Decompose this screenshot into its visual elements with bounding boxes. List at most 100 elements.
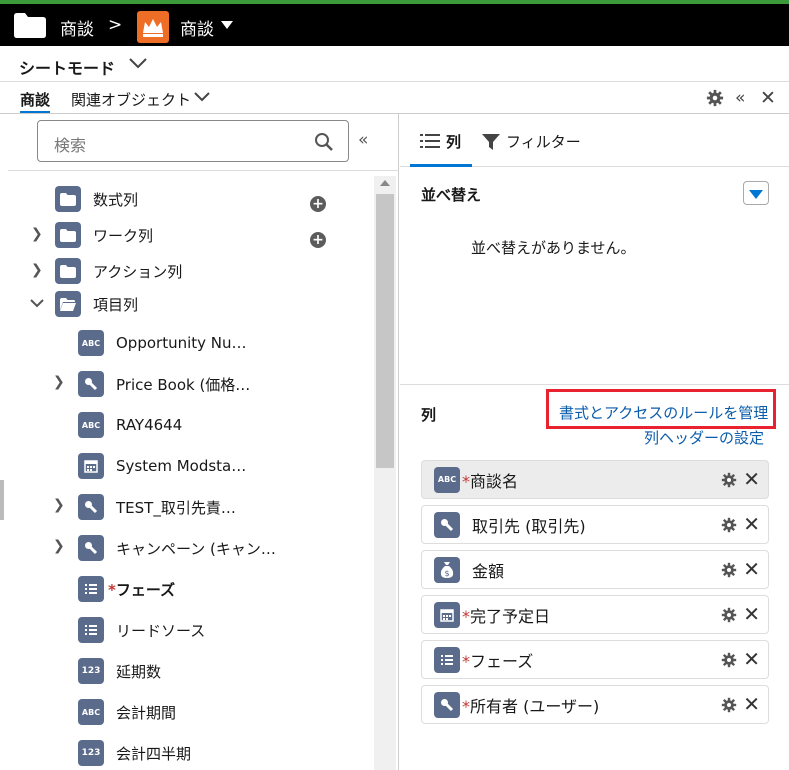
column-label-text: 取引先 (取引先) xyxy=(472,516,586,536)
column-pill[interactable]: *完了予定日 ✕ xyxy=(421,595,769,634)
chevron-down-icon[interactable] xyxy=(193,90,211,104)
columns-title: 列 xyxy=(421,406,437,424)
tree-label: ワーク列 xyxy=(93,226,154,245)
gear-icon[interactable] xyxy=(721,607,737,623)
filter-icon xyxy=(482,134,500,150)
tree-label: TEST_取引先責… xyxy=(116,498,236,517)
column-label: *完了予定日 xyxy=(462,603,550,627)
remove-icon[interactable]: ✕ xyxy=(743,602,760,626)
chevron-right-icon[interactable]: ❯ xyxy=(31,226,43,242)
remove-icon[interactable]: ✕ xyxy=(743,467,760,491)
add-icon[interactable]: + xyxy=(310,196,326,212)
scroll-up-icon[interactable] xyxy=(380,180,390,186)
folder-icon xyxy=(55,258,81,284)
column-pill[interactable]: *フェーズ ✕ xyxy=(421,640,769,679)
tree-label: 項目列 xyxy=(93,295,139,314)
tree-folder-action[interactable]: アクション列 xyxy=(55,256,182,286)
tree-field-item[interactable]: キャンペーン (キャン… xyxy=(78,533,276,563)
tree-field-item[interactable]: System Modsta… xyxy=(78,451,246,481)
tree-label: 会計四半期 xyxy=(116,744,192,763)
remove-icon[interactable]: ✕ xyxy=(743,692,760,716)
gear-icon[interactable] xyxy=(721,517,737,533)
top-bar: 商談 > 商談 xyxy=(0,0,789,46)
mode-bar: シートモード xyxy=(0,46,789,82)
chevron-right-icon[interactable]: ❯ xyxy=(31,262,43,278)
search-placeholder: 検索 xyxy=(54,136,87,155)
remove-icon[interactable]: ✕ xyxy=(743,557,760,581)
divider xyxy=(8,170,399,171)
column-label: *フェーズ xyxy=(462,648,533,672)
close-icon[interactable]: ✕ xyxy=(760,87,776,109)
required-mark: * xyxy=(462,471,470,491)
sort-title: 並べ替え xyxy=(421,186,482,204)
column-pill[interactable]: $ 金額 ✕ xyxy=(421,550,769,589)
chevron-right-icon[interactable]: ❯ xyxy=(53,374,65,390)
tab-filter-label: フィルター xyxy=(506,133,581,151)
tree-field-item[interactable]: ABC RAY4644 xyxy=(78,410,182,440)
column-label-text: 完了予定日 xyxy=(470,606,551,626)
left-edge-handle[interactable] xyxy=(0,480,4,520)
tree-field-item[interactable]: Price Book (価格… xyxy=(78,369,250,399)
column-header-settings-link[interactable]: 列ヘッダーの設定 xyxy=(644,427,764,448)
list-icon xyxy=(420,134,440,148)
tab-columns-label: 列 xyxy=(446,133,462,151)
caret-down-icon[interactable] xyxy=(221,21,233,29)
sheet-mode-label[interactable]: シートモード xyxy=(19,55,115,79)
tree-field-item[interactable]: *フェーズ xyxy=(78,574,175,604)
search-input[interactable]: 検索 xyxy=(37,120,349,162)
report-type-title[interactable]: 商談 xyxy=(180,15,214,40)
chevron-down-icon[interactable] xyxy=(128,56,148,70)
folder-icon xyxy=(14,13,46,38)
column-label-text: 金額 xyxy=(472,561,505,581)
gear-icon[interactable] xyxy=(721,652,737,668)
tab-columns[interactable]: 列 xyxy=(410,114,472,167)
column-pill[interactable]: 取引先 (取引先) ✕ xyxy=(421,505,769,544)
tree-label: アクション列 xyxy=(93,262,183,281)
column-pill[interactable]: *所有者 (ユーザー) ✕ xyxy=(421,685,769,724)
tree-label: *フェーズ xyxy=(108,579,175,600)
tree-field-item[interactable]: TEST_取引先責… xyxy=(78,492,236,522)
object-bar: 商談 関連オブジェクト « ✕ xyxy=(0,82,789,114)
column-label: 金額 xyxy=(472,558,504,582)
manage-rules-link[interactable]: 書式とアクセスのルールを管理 xyxy=(559,402,768,423)
chevron-right-icon[interactable]: ❯ xyxy=(53,538,65,554)
tab-opportunity[interactable]: 商談 xyxy=(20,89,51,113)
sort-dropdown-button[interactable] xyxy=(743,181,769,205)
collapse-left-icon[interactable]: « xyxy=(358,130,368,150)
tree-field-item[interactable]: ABC Opportunity Nu… xyxy=(78,328,247,358)
picklist-icon xyxy=(78,617,104,643)
tree-label: Price Book (価格… xyxy=(116,375,251,394)
tree-folder-work[interactable]: ワーク列 xyxy=(55,220,153,250)
scrollbar[interactable] xyxy=(374,176,396,770)
picklist-icon xyxy=(434,646,460,673)
required-mark: * xyxy=(462,696,470,716)
tab-related-objects[interactable]: 関連オブジェクト xyxy=(71,89,191,110)
tree-field-item[interactable]: リードソース xyxy=(78,615,205,645)
gear-icon[interactable] xyxy=(721,697,737,713)
remove-icon[interactable]: ✕ xyxy=(743,512,760,536)
tree-field-item[interactable]: ABC 会計期間 xyxy=(78,697,176,727)
column-pill[interactable]: ABC *商談名 ✕ xyxy=(421,460,769,499)
number-field-icon: 123 xyxy=(78,658,104,684)
tree-field-item[interactable]: 123 延期数 xyxy=(78,656,161,686)
text-field-icon: ABC xyxy=(434,466,460,493)
tree-folder-formula[interactable]: 数式列 xyxy=(55,184,138,214)
remove-icon[interactable]: ✕ xyxy=(743,647,760,671)
tree-label: RAY4644 xyxy=(116,416,183,434)
text-field-icon: ABC xyxy=(78,412,104,438)
tree-label: リードソース xyxy=(116,621,206,640)
tree-label: 数式列 xyxy=(93,190,139,209)
add-icon[interactable]: + xyxy=(310,232,326,248)
scrollbar-thumb[interactable] xyxy=(376,194,394,468)
tree-folder-fields[interactable]: 項目列 xyxy=(55,289,138,319)
gear-icon[interactable] xyxy=(706,89,724,107)
tree-field-item[interactable]: 123 会計四半期 xyxy=(78,738,191,768)
gear-icon[interactable] xyxy=(721,472,737,488)
tree-label-text: フェーズ xyxy=(115,580,176,599)
collapse-panel-icon[interactable]: « xyxy=(735,88,745,108)
chevron-down-icon[interactable] xyxy=(29,297,45,309)
chevron-right-icon[interactable]: ❯ xyxy=(53,497,65,513)
breadcrumb-opportunity[interactable]: 商談 xyxy=(60,15,94,40)
gear-icon[interactable] xyxy=(721,562,737,578)
folder-open-icon xyxy=(55,291,81,317)
